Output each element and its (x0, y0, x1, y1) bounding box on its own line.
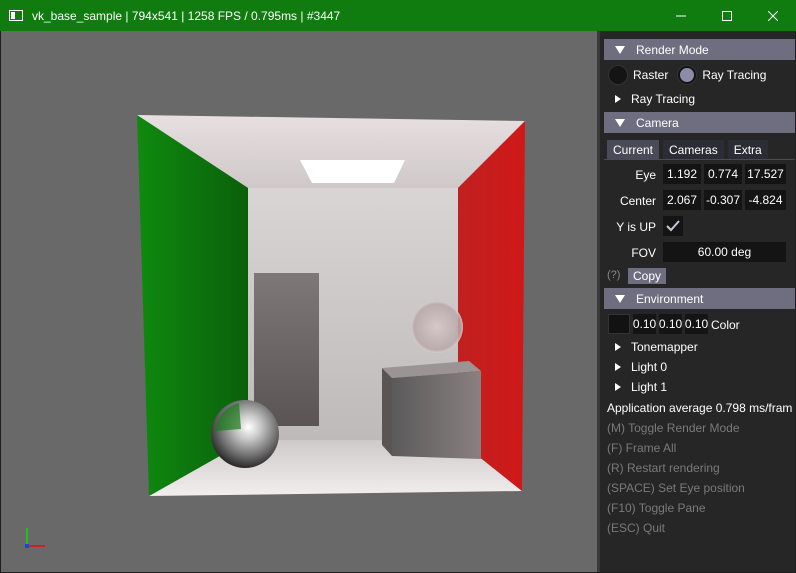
center-y-field[interactable]: -0.307 (704, 190, 742, 210)
close-icon (768, 10, 778, 21)
copy-button[interactable]: Copy (628, 268, 667, 284)
camera-tabs: Current Cameras Extra (607, 140, 772, 160)
window-title: vk_base_sample | 794x541 | 1258 FPS / 0.… (32, 8, 341, 23)
eye-z-field[interactable]: 17.527 (745, 164, 786, 184)
ray-tracing-label: Ray Tracing (702, 68, 767, 82)
fov-field[interactable]: 60.00 deg (663, 242, 786, 262)
collapse-triangle-icon (615, 294, 625, 303)
render-mode-options: Raster Ray Tracing (608, 65, 795, 85)
minimize-button[interactable] (658, 0, 704, 31)
color-g-field[interactable]: 0.10 (659, 314, 682, 334)
expand-triangle-icon (615, 383, 621, 391)
y-is-up-checkbox[interactable] (663, 216, 683, 236)
raster-label: Raster (633, 68, 669, 82)
center-z-field[interactable]: -4.824 (745, 190, 786, 210)
shortcut-set-eye: (SPACE) Set Eye position (607, 481, 745, 495)
shortcut-frame-all: (F) Frame All (607, 441, 677, 455)
maximize-button[interactable] (704, 0, 750, 31)
tab-cameras[interactable]: Cameras (663, 140, 724, 160)
tab-current[interactable]: Current (607, 140, 660, 160)
render-viewport[interactable] (1, 31, 597, 572)
shortcut-restart: (R) Restart rendering (607, 461, 720, 475)
y-is-up-label: Y is UP (616, 220, 656, 234)
shortcut-toggle-pane: (F10) Toggle Pane (607, 501, 706, 515)
checkmark-icon (666, 220, 680, 232)
tabs-divider (604, 159, 795, 160)
expand-triangle-icon (615, 343, 621, 351)
collapse-triangle-icon (615, 45, 625, 54)
expand-triangle-icon (615, 95, 621, 103)
fov-label: FOV (631, 246, 656, 260)
tab-extra[interactable]: Extra (727, 140, 768, 160)
title-bar[interactable]: vk_base_sample | 794x541 | 1258 FPS / 0.… (0, 0, 796, 31)
collapse-triangle-icon (615, 118, 625, 127)
tree-tonemapper[interactable]: Tonemapper (615, 340, 698, 354)
camera-header[interactable]: Camera (604, 112, 795, 133)
help-marker[interactable]: (?) (607, 269, 620, 281)
maximize-icon (722, 10, 732, 21)
eye-x-field[interactable]: 1.192 (663, 164, 701, 184)
raster-radio[interactable] (608, 65, 628, 85)
color-label: Color (711, 318, 740, 332)
render-mode-header[interactable]: Render Mode (604, 39, 795, 60)
color-r-field[interactable]: 0.10 (633, 314, 656, 334)
center-x-field[interactable]: 2.067 (663, 190, 701, 210)
environment-header[interactable]: Environment (604, 288, 795, 309)
axis-gizmo-icon (25, 528, 45, 548)
tree-light-0[interactable]: Light 0 (615, 360, 667, 374)
window-controls (658, 0, 796, 31)
close-button[interactable] (750, 0, 796, 31)
eye-y-field[interactable]: 0.774 (704, 164, 742, 184)
average-time-text: Application average 0.798 ms/fram (607, 401, 793, 415)
app-icon (9, 10, 23, 21)
ray-tracing-radio[interactable] (677, 65, 698, 85)
eye-label: Eye (635, 168, 656, 182)
tree-ray-tracing[interactable]: Ray Tracing (615, 92, 695, 106)
color-swatch[interactable] (608, 314, 630, 334)
tree-light-1[interactable]: Light 1 (615, 380, 667, 394)
shortcut-quit: (ESC) Quit (607, 521, 666, 535)
center-label: Center (619, 194, 656, 208)
cornell-box-render (25, 115, 525, 548)
color-b-field[interactable]: 0.10 (685, 314, 708, 334)
settings-panel: Render Mode Raster Ray Tracing Ray Traci… (597, 31, 795, 572)
shortcut-toggle-render: (M) Toggle Render Mode (607, 421, 740, 435)
expand-triangle-icon (615, 363, 621, 371)
minimize-icon (676, 15, 686, 16)
